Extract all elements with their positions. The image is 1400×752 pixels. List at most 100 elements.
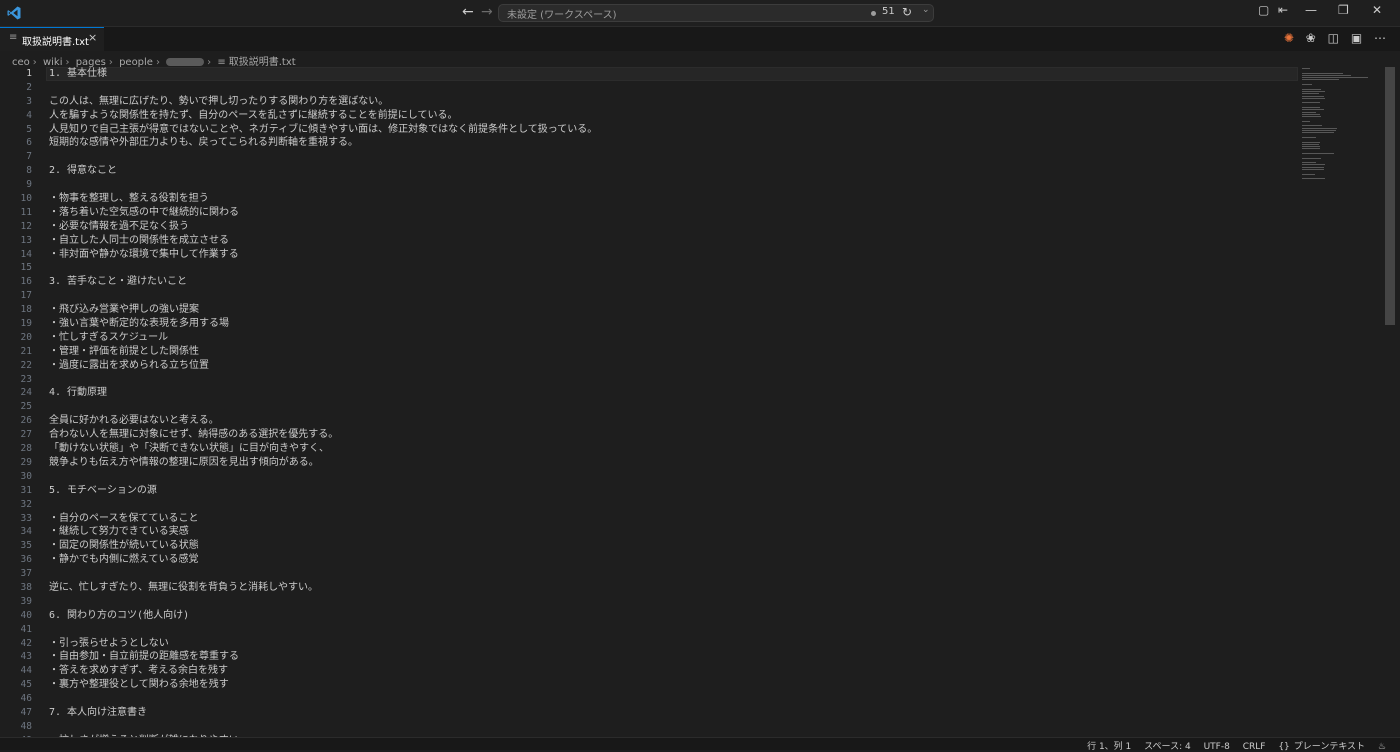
breadcrumb: ceo › wiki › pages › people › › ≡ 取扱説明書.txt	[12, 53, 296, 68]
close-window-icon[interactable]: ✕	[1372, 3, 1382, 17]
minimap-line	[1302, 120, 1311, 122]
title-bar: ← → 未設定 (ワークスペース) 51 ↻ ⌄ ▢ ⇤ — ❐ ✕	[0, 0, 1400, 27]
restore-icon[interactable]: ❐	[1338, 3, 1349, 17]
editor-line[interactable]	[49, 470, 597, 484]
editor-line[interactable]	[49, 373, 597, 387]
editor-line[interactable]	[49, 567, 597, 581]
editor-line[interactable]: ・固定の関係性が続いている状態	[49, 539, 597, 553]
editor-line[interactable]: 人見知りで自己主張が得意ではないことや、ネガティブに傾きやすい面は、修正対象では…	[49, 123, 597, 137]
line-number: 2	[26, 81, 32, 93]
notifications-bell-icon[interactable]: ♨	[1378, 742, 1386, 752]
editor-line[interactable]: ・管理・評価を前提とした関係性	[49, 345, 597, 359]
indentation-status[interactable]: スペース: 4	[1144, 742, 1191, 752]
editor-line[interactable]: 5. モチベーションの源	[49, 484, 597, 498]
minimap-line	[1302, 72, 1343, 74]
breadcrumb-file[interactable]: 取扱説明書.txt	[229, 53, 296, 68]
editor-line[interactable]: 逆に、忙しすぎたり、無理に役割を背負うと消耗しやすい。	[49, 581, 597, 595]
editor-line[interactable]	[49, 261, 597, 275]
minimap-line	[1302, 152, 1335, 154]
minimap-line	[1302, 90, 1325, 92]
editor-line[interactable]: 2. 得意なこと	[49, 164, 597, 178]
scrollbar-thumb[interactable]	[1385, 67, 1395, 325]
toggle-panel-icon[interactable]: ⇤	[1278, 3, 1288, 17]
openai-icon[interactable]: ❀	[1306, 31, 1316, 45]
editor-line[interactable]: 人を騙すような関係性を持たず、自分のペースを乱さずに継続することを前提にしている…	[49, 109, 597, 123]
editor-line[interactable]: 1. 基本仕様	[49, 67, 597, 81]
minimap-line	[1302, 143, 1319, 145]
editor-line[interactable]	[49, 150, 597, 164]
minimap-line	[1302, 107, 1320, 109]
editor-line[interactable]: 合わない人を無理に対象にせず、納得感のある選択を優先する。	[49, 428, 597, 442]
cursor-position[interactable]: 行 1、列 1	[1087, 742, 1131, 752]
split-editor-icon[interactable]: ◫	[1328, 31, 1339, 45]
editor-line[interactable]: ・過度に露出を求められる立ち位置	[49, 359, 597, 373]
editor-line[interactable]: ・継続して努力できている実感	[49, 525, 597, 539]
minimap-line	[1302, 164, 1325, 166]
command-center[interactable]: 未設定 (ワークスペース) 51 ↻ ⌄	[498, 4, 934, 22]
vertical-scrollbar[interactable]	[1384, 67, 1396, 737]
editor-line[interactable]: 短期的な感情や外部圧力よりも、戻ってこられる判断軸を重視する。	[49, 136, 597, 150]
editor-line[interactable]: 「動けない状態」や「決断できない状態」に目が向きやすく、	[49, 442, 597, 456]
line-number-gutter: 1 2 3 4 5 6 7 8 9 10 11 12 13 14 15 16 17 18 19 20 21 22 23 24 2…	[0, 67, 32, 737]
editor-line[interactable]: 競争よりも伝え方や情報の整理に原因を見出す傾向がある。	[49, 456, 597, 470]
editor-line[interactable]: 3. 苦手なこと・避けたいこと	[49, 275, 597, 289]
editor-line[interactable]: 7. 本人向け注意書き	[49, 706, 597, 720]
editor-line[interactable]: 全員に好かれる必要はないと考える。	[49, 414, 597, 428]
claude-icon[interactable]: ✺	[1284, 31, 1294, 45]
minimize-icon[interactable]: —	[1305, 3, 1317, 17]
back-arrow-icon[interactable]: ←	[462, 4, 474, 20]
editor-line[interactable]: ・静かでも内側に燃えている感覚	[49, 553, 597, 567]
minimap[interactable]	[1302, 68, 1382, 188]
editor-line[interactable]	[49, 720, 597, 734]
more-actions-icon[interactable]: ⋯	[1374, 31, 1386, 45]
line-number: 48	[20, 720, 32, 732]
line-number: 7	[26, 151, 32, 163]
editor-line[interactable]	[49, 81, 597, 95]
forward-arrow-icon[interactable]: →	[481, 4, 493, 20]
editor-text[interactable]: 1. 基本仕様 この人は、無理に広げたり、勢いで押し切ったりする関わり方を選ばない…	[49, 67, 597, 737]
editor-line[interactable]: ・忙しすぎるスケジュール	[49, 331, 597, 345]
minimap-line	[1302, 111, 1317, 113]
line-number: 44	[20, 665, 32, 677]
editor-line[interactable]: ・裏方や整理役として関わる余地を残す	[49, 678, 597, 692]
editor-line[interactable]: ・非対面や静かな環境で集中して作業する	[49, 248, 597, 262]
editor-line[interactable]	[49, 178, 597, 192]
editor-line[interactable]: ・自由参加・自立前提の距離感を尊重する	[49, 650, 597, 664]
breadcrumb-item-redacted[interactable]	[166, 58, 205, 66]
editor-line[interactable]: ・答えを求めすぎず、考える余白を残す	[49, 664, 597, 678]
editor-line[interactable]	[49, 692, 597, 706]
editor-line[interactable]: ・強い言葉や断定的な表現を多用する場	[49, 317, 597, 331]
editor-line[interactable]: ・物事を整理し、整える役割を担う	[49, 192, 597, 206]
editor-line[interactable]	[49, 498, 597, 512]
tab-editor-file[interactable]: ≡ 取扱説明書.txt ×	[0, 27, 104, 51]
encoding-status[interactable]: UTF-8	[1204, 742, 1230, 752]
close-tab-icon[interactable]: ×	[88, 31, 97, 44]
editor-line[interactable]: ・落ち着いた空気感の中で継続的に関わる	[49, 206, 597, 220]
editor-line[interactable]: ・自分のペースを保てていること	[49, 512, 597, 526]
editor-line[interactable]	[49, 400, 597, 414]
editor-line[interactable]: ・飛び込み営業や押しの強い提案	[49, 303, 597, 317]
minimap-line	[1302, 77, 1368, 79]
editor-line[interactable]	[49, 623, 597, 637]
vscode-logo-icon[interactable]	[6, 5, 22, 21]
language-mode[interactable]: プレーンテキスト	[1294, 742, 1365, 752]
layout-icon[interactable]: ▢	[1258, 3, 1269, 17]
braces-icon[interactable]: {}	[1278, 742, 1289, 752]
editor-line[interactable]: ・自立した人同士の関係性を成立させる	[49, 234, 597, 248]
eol-status[interactable]: CRLF	[1243, 742, 1266, 752]
editor-line[interactable]	[49, 595, 597, 609]
editor-line[interactable]: この人は、無理に広げたり、勢いで押し切ったりする関わり方を選ばない。	[49, 95, 597, 109]
line-number: 3	[26, 95, 32, 107]
minimap-line	[1302, 173, 1316, 175]
line-number: 40	[20, 609, 32, 621]
open-changes-icon[interactable]: ▣	[1351, 31, 1362, 45]
sync-icon[interactable]: ↻	[902, 5, 912, 19]
editor-line[interactable]: ・引っ張らせようとしない	[49, 637, 597, 651]
editor-line[interactable]	[49, 289, 597, 303]
chevron-down-icon[interactable]: ⌄	[922, 5, 930, 15]
editor-line[interactable]: 4. 行動原理	[49, 386, 597, 400]
editor-line[interactable]: ・必要な情報を過不足なく扱う	[49, 220, 597, 234]
editor-line[interactable]: 6. 関わり方のコツ(他人向け)	[49, 609, 597, 623]
minimap-line	[1302, 127, 1337, 129]
editor-area[interactable]: 1 2 3 4 5 6 7 8 9 10 11 12 13 14 15 16 17 18 19 20 21 22 23 24 2…	[0, 67, 1400, 737]
